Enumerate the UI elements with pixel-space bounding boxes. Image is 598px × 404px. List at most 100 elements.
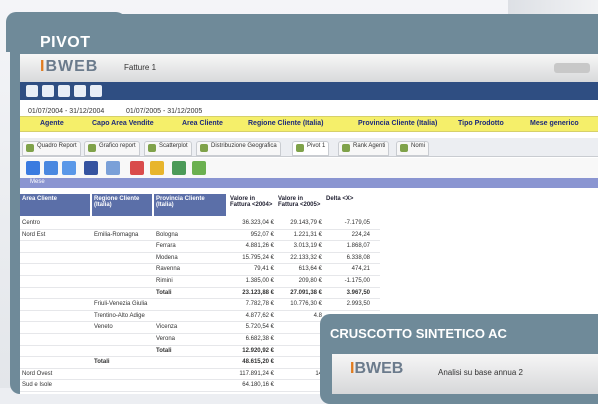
table-cell: Ferrara <box>156 243 176 250</box>
table-cell: 7.782,78 € <box>245 301 274 308</box>
table-cell: Nord Est <box>22 231 46 238</box>
tree-icon[interactable] <box>192 161 206 175</box>
table-cell: 4.877,62 € <box>245 312 274 319</box>
filter-area-cliente[interactable]: Area Cliente <box>182 120 223 127</box>
table-cell: 12.920,92 € <box>242 347 274 354</box>
tab-nomi[interactable]: Nomi <box>396 141 430 156</box>
table-cell: 29.143,79 € <box>290 220 322 226</box>
window-controls[interactable] <box>554 63 590 73</box>
table-cell: 79,41 € <box>253 266 274 273</box>
col-valore-2005[interactable]: Valore in Fattura <2005> <box>276 194 324 216</box>
table-cell: 36.323,04 € <box>242 220 274 226</box>
table-cell: Totali <box>156 347 172 354</box>
list-icon[interactable] <box>74 85 86 97</box>
settings-icon[interactable] <box>172 161 186 175</box>
table-cell: Vicenza <box>156 324 178 331</box>
table-cell: Veneto <box>94 324 113 331</box>
tab-scatterplot[interactable]: Scatterplot <box>144 141 192 156</box>
tab-quadro-report[interactable]: Quadro Report <box>22 141 81 156</box>
table-cell: 4.8 <box>313 312 322 319</box>
table-cell: 4.881,26 € <box>245 243 274 250</box>
table-cell: 1.868,07 <box>346 243 370 250</box>
table-cell: 2.993,50 <box>346 301 370 308</box>
row-separator <box>20 263 380 265</box>
table-icon[interactable] <box>58 85 70 97</box>
document-tab[interactable]: Fatture 1 <box>124 63 156 72</box>
table-cell: Nord Ovest <box>22 370 53 377</box>
col-regione[interactable]: Regione Cliente (Italia) <box>92 194 152 216</box>
col-provincia[interactable]: Provincia Cliente (Italia) <box>154 194 226 216</box>
table-cell: 209,80 € <box>298 278 322 284</box>
pivot-toolbar <box>20 158 598 178</box>
table-cell: 1.221,31 € <box>293 231 322 238</box>
row-separator <box>20 298 380 300</box>
row-separator <box>20 286 380 288</box>
tab-distribuzione[interactable]: Distribuzione Geografica <box>196 141 281 156</box>
table-cell: Emilia-Romagna <box>94 231 139 238</box>
table-cell: 23.123,88 € <box>242 289 274 296</box>
table-cell: 952,07 € <box>250 231 274 238</box>
row-separator <box>20 251 380 253</box>
table-cell: Sud e Isole <box>22 382 53 389</box>
table-cell: 22.133,32 € <box>290 254 322 261</box>
table-cell: 5.720,54 € <box>245 324 274 331</box>
filter-agente[interactable]: Agente <box>40 120 64 127</box>
tab-pivot[interactable]: Pivot 1 <box>292 141 330 156</box>
table-cell: Centro <box>22 220 41 226</box>
main-toolbar <box>20 82 598 100</box>
check-icon[interactable] <box>26 161 40 175</box>
home-icon[interactable] <box>26 85 38 97</box>
row-separator <box>20 228 380 230</box>
sum-icon[interactable] <box>150 161 164 175</box>
report-tabs: Quadro Report Grafico report Scatterplot… <box>20 138 598 157</box>
table-cell: 6.682,38 € <box>245 336 274 342</box>
table-cell: Ravenna <box>156 266 181 273</box>
table-cell: 6.338,08 <box>346 254 370 261</box>
mese-label[interactable]: Mese <box>30 179 45 185</box>
table-cell: 27.091,38 € <box>290 289 322 296</box>
table-cell: 1.385,00 € <box>245 278 274 284</box>
row-separator <box>20 275 380 276</box>
table-cell: 3.967,50 <box>346 289 370 296</box>
filter-tipo-prodotto[interactable]: Tipo Prodotto <box>458 120 504 127</box>
cruscotto-logo: IBWEB <box>350 360 404 377</box>
chart-icon[interactable] <box>84 161 98 175</box>
table-cell: -7.179,05 <box>344 220 370 226</box>
table-cell: 15.795,24 € <box>242 254 274 261</box>
table-cell: 117.891,24 € <box>239 370 274 377</box>
table-cell: 613,64 € <box>298 266 322 273</box>
row-separator <box>20 240 380 242</box>
filter-regione[interactable]: Regione Cliente (Italia) <box>248 120 323 127</box>
mese-bar: Mese <box>20 178 598 188</box>
filter-provincia[interactable]: Provincia Cliente (Italia) <box>358 120 437 127</box>
app-titlebar: IBWEB Fatture 1 <box>20 54 598 83</box>
filter-mese[interactable]: Mese generico <box>530 120 579 127</box>
period-2004[interactable]: 01/07/2004 - 31/12/2004 <box>28 108 104 115</box>
grid-icon[interactable] <box>42 85 54 97</box>
col-delta[interactable]: Delta <X> <box>324 194 372 216</box>
col-valore-2004[interactable]: Valore in Fattura <2004> <box>228 194 276 216</box>
table-cell: 224,24 <box>351 231 370 238</box>
table-cell: Friuli-Venezia Giulia <box>94 301 148 308</box>
period-2005[interactable]: 01/07/2005 - 31/12/2005 <box>126 108 202 115</box>
cruscotto-subtitle: Analisi su base annua 2 <box>438 368 523 377</box>
export-icon[interactable] <box>90 85 102 97</box>
table-cell: 48.615,20 € <box>242 359 274 366</box>
copy-icon[interactable] <box>62 161 76 175</box>
tab-grafico-report[interactable]: Grafico report <box>84 141 140 156</box>
cruscotto-title: CRUSCOTTO SINTETICO AC <box>330 326 507 341</box>
row-separator <box>20 309 380 311</box>
table-cell: Totali <box>94 359 110 366</box>
table-cell: Bologna <box>156 231 179 238</box>
filter-capo-area[interactable]: Capo Area Vendite <box>92 120 154 127</box>
filter-icon[interactable] <box>130 161 144 175</box>
ibweb-logo: IBWEB <box>40 58 99 75</box>
tab-rank-agenti[interactable]: Rank Agenti <box>338 141 390 156</box>
table-cell: Totali <box>156 289 172 296</box>
table-cell: Modena <box>156 254 178 261</box>
dash-icon[interactable] <box>106 161 120 175</box>
col-area-cliente[interactable]: Area Cliente <box>20 194 90 216</box>
table-cell: 64.180,16 € <box>242 382 274 389</box>
table-cell: Verona <box>156 336 176 342</box>
save-icon[interactable] <box>44 161 58 175</box>
